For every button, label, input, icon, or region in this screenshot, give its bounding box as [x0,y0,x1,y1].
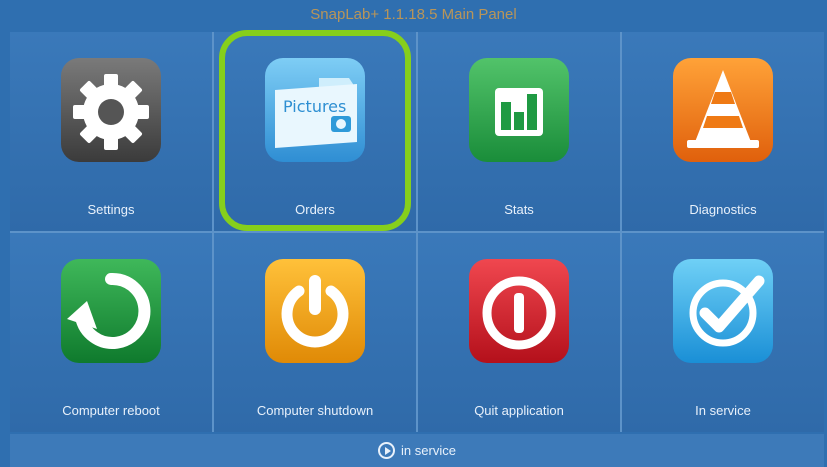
quit-icon [465,255,573,367]
reboot-arrow-icon [57,255,165,367]
in-service-label: In service [695,403,751,418]
quit-application-tile[interactable]: Quit application [418,233,620,432]
power-icon [261,255,369,367]
computer-reboot-tile[interactable]: Computer reboot [10,233,212,432]
computer-shutdown-tile[interactable]: Computer shutdown [214,233,416,432]
traffic-cone-icon [669,54,777,166]
checkmark-icon [669,255,777,367]
pictures-folder-text: Pictures [283,97,346,116]
play-circle-icon[interactable] [378,442,396,459]
diagnostics-label: Diagnostics [689,202,757,217]
in-service-tile[interactable]: In service [622,233,824,432]
quit-application-label: Quit application [474,403,564,418]
orders-tile[interactable]: Pictures Orders [214,32,416,231]
computer-reboot-label: Computer reboot [62,403,160,418]
window-title: SnapLab+ 1.1.18.5 Main Panel [310,6,517,23]
stats-label: Stats [504,202,534,217]
settings-tile[interactable]: Settings [10,32,212,231]
diagnostics-tile[interactable]: Diagnostics [622,32,824,231]
gear-icon [57,54,165,166]
bar-chart-icon [465,54,573,166]
settings-label: Settings [87,202,135,217]
stats-tile[interactable]: Stats [418,32,620,231]
pictures-folder-icon: Pictures [261,54,369,166]
orders-label: Orders [295,202,335,217]
service-status-text: in service [401,443,456,458]
status-bar: in service [10,434,824,467]
computer-shutdown-label: Computer shutdown [256,403,374,418]
main-panel-grid: Settings Pictures Orders Stats Diagnosti… [10,32,824,432]
